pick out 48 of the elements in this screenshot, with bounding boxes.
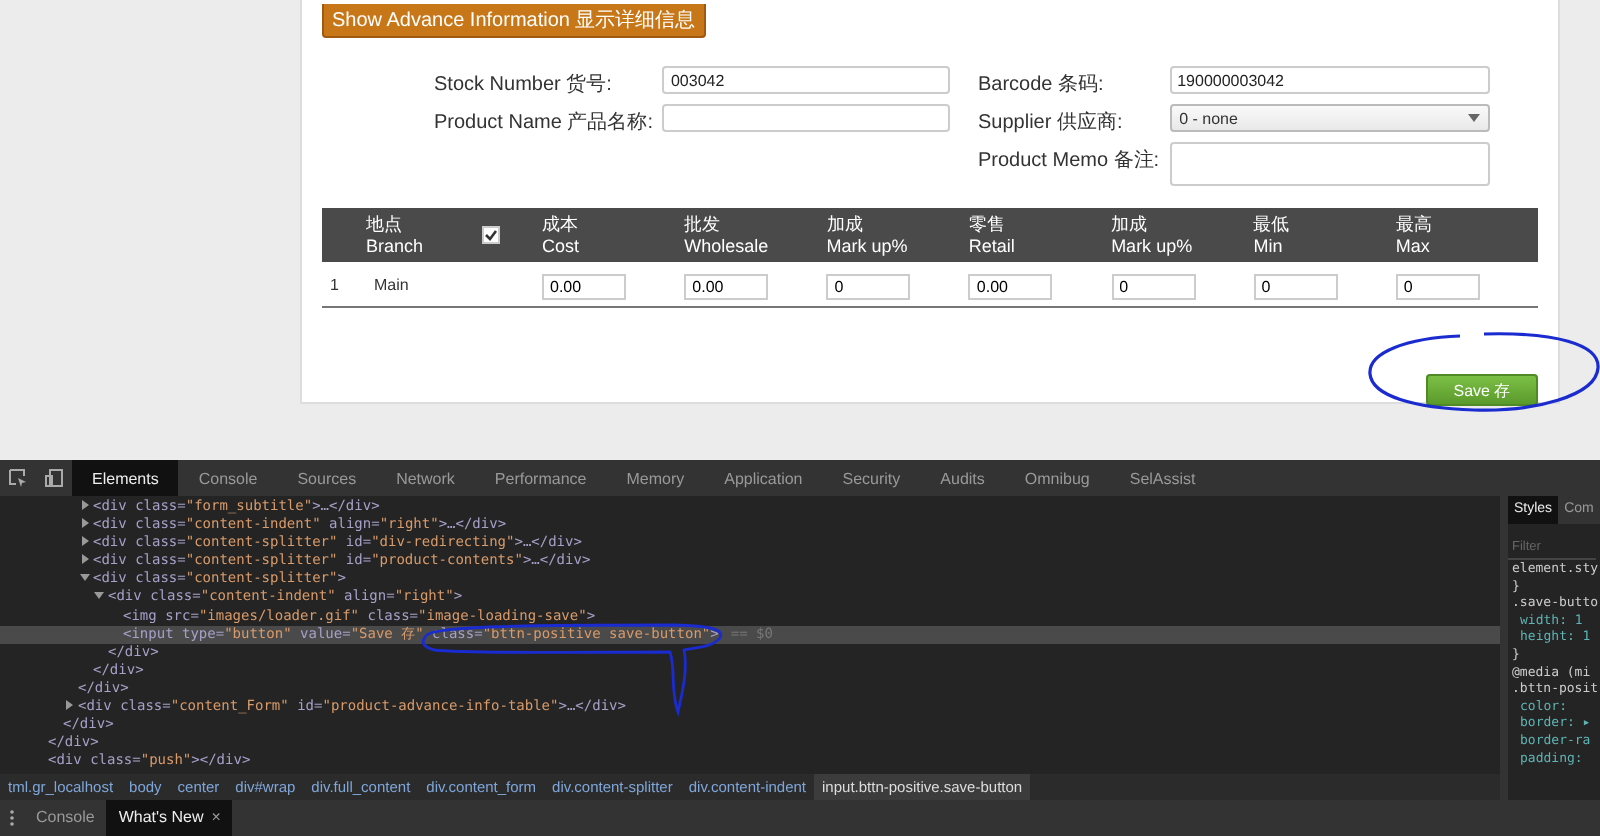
field-label: Supplier 供应商: — [978, 109, 1125, 136]
column-header: 最低 Min — [1253, 213, 1292, 257]
row-number: 1 — [328, 275, 341, 293]
memo-field[interactable] — [1169, 142, 1490, 186]
column-header: 成本 Cost — [542, 213, 582, 257]
column-header: 地点 Branch — [366, 213, 426, 257]
column-header: 批发 Wholesale — [684, 213, 771, 257]
devtools-tab[interactable]: Elements — [72, 460, 179, 496]
select-field[interactable]: 0 - none — [1169, 104, 1490, 132]
price-input[interactable]: 0.00 — [542, 274, 626, 300]
select-all-checkbox[interactable] — [482, 226, 500, 244]
column-header: 零售 Retail — [968, 213, 1017, 257]
devtools-tab[interactable]: Application — [704, 460, 823, 496]
input-field[interactable]: 190000003042 — [1169, 66, 1490, 94]
price-input[interactable]: 0 — [1111, 274, 1196, 300]
show-advance-button[interactable]: Show Advance Information 显示详细信息 — [322, 4, 706, 38]
column-header: 加成 Mark up% — [826, 213, 910, 257]
dropdown-caret-icon — [1468, 114, 1480, 122]
device-icon[interactable] — [44, 468, 64, 488]
field-label: Product Name 产品名称: — [434, 109, 653, 136]
devtools-tab[interactable]: SelAssist — [1109, 460, 1216, 496]
devtools-tab[interactable]: Omnibug — [1004, 460, 1110, 496]
price-input[interactable]: 0 — [1395, 274, 1480, 300]
devtools-tab[interactable]: Sources — [277, 460, 377, 496]
column-header: 加成 Mark up% — [1111, 213, 1195, 257]
input-field[interactable] — [662, 104, 950, 132]
field-label: Product Memo 备注: — [978, 147, 1160, 174]
price-input[interactable]: 0 — [1253, 274, 1338, 300]
input-field[interactable]: 003042 — [662, 66, 950, 94]
devtools-tab[interactable]: Audits — [920, 460, 1005, 496]
price-input[interactable]: 0.00 — [968, 274, 1053, 300]
price-input[interactable]: 0 — [826, 274, 911, 300]
field-label: Stock Number 货号: — [434, 72, 614, 98]
branch-cell-text: Main — [372, 275, 411, 293]
drawer-tab[interactable]: What's New × — [106, 800, 233, 836]
devtools-tab[interactable]: Security — [822, 460, 921, 496]
devtools-tab[interactable]: Network — [376, 460, 475, 496]
more-options-icon[interactable] — [8, 808, 16, 828]
expand-arrow-icon[interactable] — [64, 700, 74, 711]
price-input[interactable]: 0.00 — [684, 274, 769, 300]
devtools-tab[interactable]: Console — [178, 460, 278, 496]
close-tab-button[interactable]: × — [211, 808, 221, 826]
column-header: 最高 Max — [1395, 213, 1434, 257]
inspect-icon[interactable] — [8, 468, 28, 488]
devtools-tab[interactable]: Memory — [606, 460, 705, 496]
devtools-tab[interactable]: Performance — [474, 460, 607, 496]
field-label: Barcode 条码: — [978, 72, 1106, 98]
drawer-tab[interactable]: Console — [24, 800, 107, 836]
